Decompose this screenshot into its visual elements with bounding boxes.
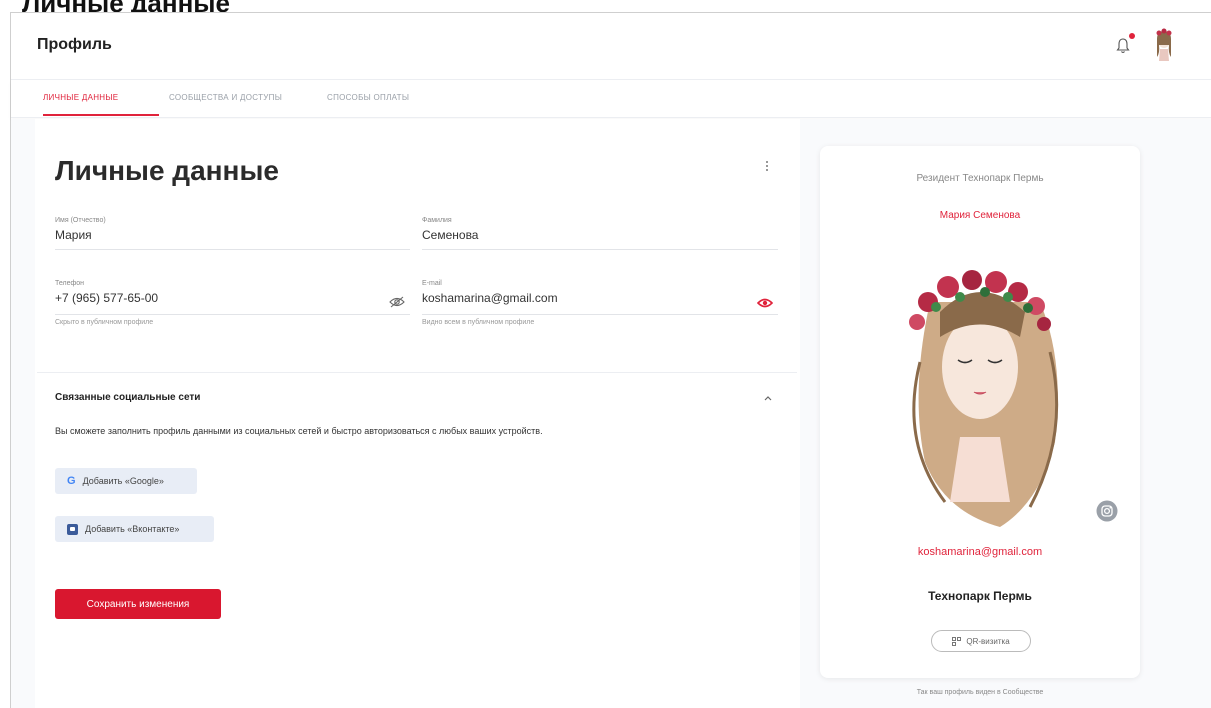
active-tab-indicator [43,114,159,116]
notification-dot [1129,33,1135,39]
field-underline [55,249,410,250]
vk-icon [67,523,78,535]
field-underline [422,314,778,315]
tab-personal-data[interactable]: Личные данные [43,93,118,102]
add-google-button[interactable]: G Добавить «Google» [55,468,197,494]
top-bar: Профиль [11,13,1211,80]
bell-icon[interactable] [1115,37,1131,55]
add-vk-label: Добавить «Вконтакте» [85,524,180,534]
avatar[interactable] [1151,27,1177,63]
tab-communities-access[interactable]: Сообщества и доступы [169,93,282,102]
eye-off-icon[interactable] [389,296,405,308]
phone-value[interactable]: +7 (965) 577-65-00 [55,291,410,307]
qr-card-button[interactable]: QR-визитка [931,630,1031,652]
google-icon: G [67,475,76,487]
tab-payment-methods[interactable]: Способы оплаты [327,93,409,102]
app-title: Профиль [37,36,112,53]
section-divider [37,372,797,373]
kebab-menu-icon[interactable] [763,159,771,175]
phone-visibility-hint: Скрыто в публичном профиле [55,319,154,326]
public-profile-card: Резидент Технопарк Пермь Мария Семенова [820,146,1140,678]
field-underline [422,249,778,250]
last-name-value[interactable]: Семенова [422,228,778,244]
organization-name: Технопарк Пермь [928,589,1032,603]
phone-field[interactable]: Телефон +7 (965) 577-65-00 Скрыто в публ… [55,280,410,326]
qr-icon [952,636,962,646]
page-title: Личные данные [55,155,279,186]
phone-label: Телефон [55,280,85,287]
resident-label: Резидент Технопарк Пермь [916,173,1044,184]
first-name-value[interactable]: Мария [55,228,410,244]
qr-card-label: QR-визитка [966,636,1010,646]
chevron-up-icon[interactable] [762,393,774,403]
profile-email-link[interactable]: koshamarina@gmail.com [820,546,1140,558]
social-section-title: Связанные социальные сети [55,392,201,403]
personal-data-panel: Личные данные Имя (Отчество) Мария Фамил… [35,119,800,708]
email-field[interactable]: E-mail koshamarina@gmail.com Видно всем … [422,280,778,326]
profile-tabs: Личные данные Сообщества и доступы Спосо… [11,80,1211,118]
email-visibility-hint: Видно всем в публичном профиле [422,319,535,326]
add-vk-button[interactable]: Добавить «Вконтакте» [55,516,214,542]
instagram-icon[interactable] [1096,500,1118,522]
first-name-field[interactable]: Имя (Отчество) Мария [55,217,410,250]
field-underline [55,314,410,315]
add-google-label: Добавить «Google» [82,476,164,486]
profile-portrait [909,270,1059,527]
email-label: E-mail [422,280,442,287]
social-section-description: Вы сможете заполнить профиль данными из … [55,426,543,436]
save-changes-button[interactable]: Сохранить изменения [55,589,221,619]
app-window: Профиль Личные данные Сообщества и досту… [10,12,1211,708]
card-footer-note: Так ваш профиль виден в Сообществе [916,689,1044,696]
last-name-field[interactable]: Фамилия Семенова [422,217,778,250]
profile-name: Мария Семенова [939,210,1021,221]
content-area: Личные данные Имя (Отчество) Мария Фамил… [11,119,1211,708]
eye-icon[interactable] [757,297,773,309]
last-name-label: Фамилия [422,217,452,224]
email-value[interactable]: koshamarina@gmail.com [422,291,778,307]
first-name-label: Имя (Отчество) [55,217,106,224]
